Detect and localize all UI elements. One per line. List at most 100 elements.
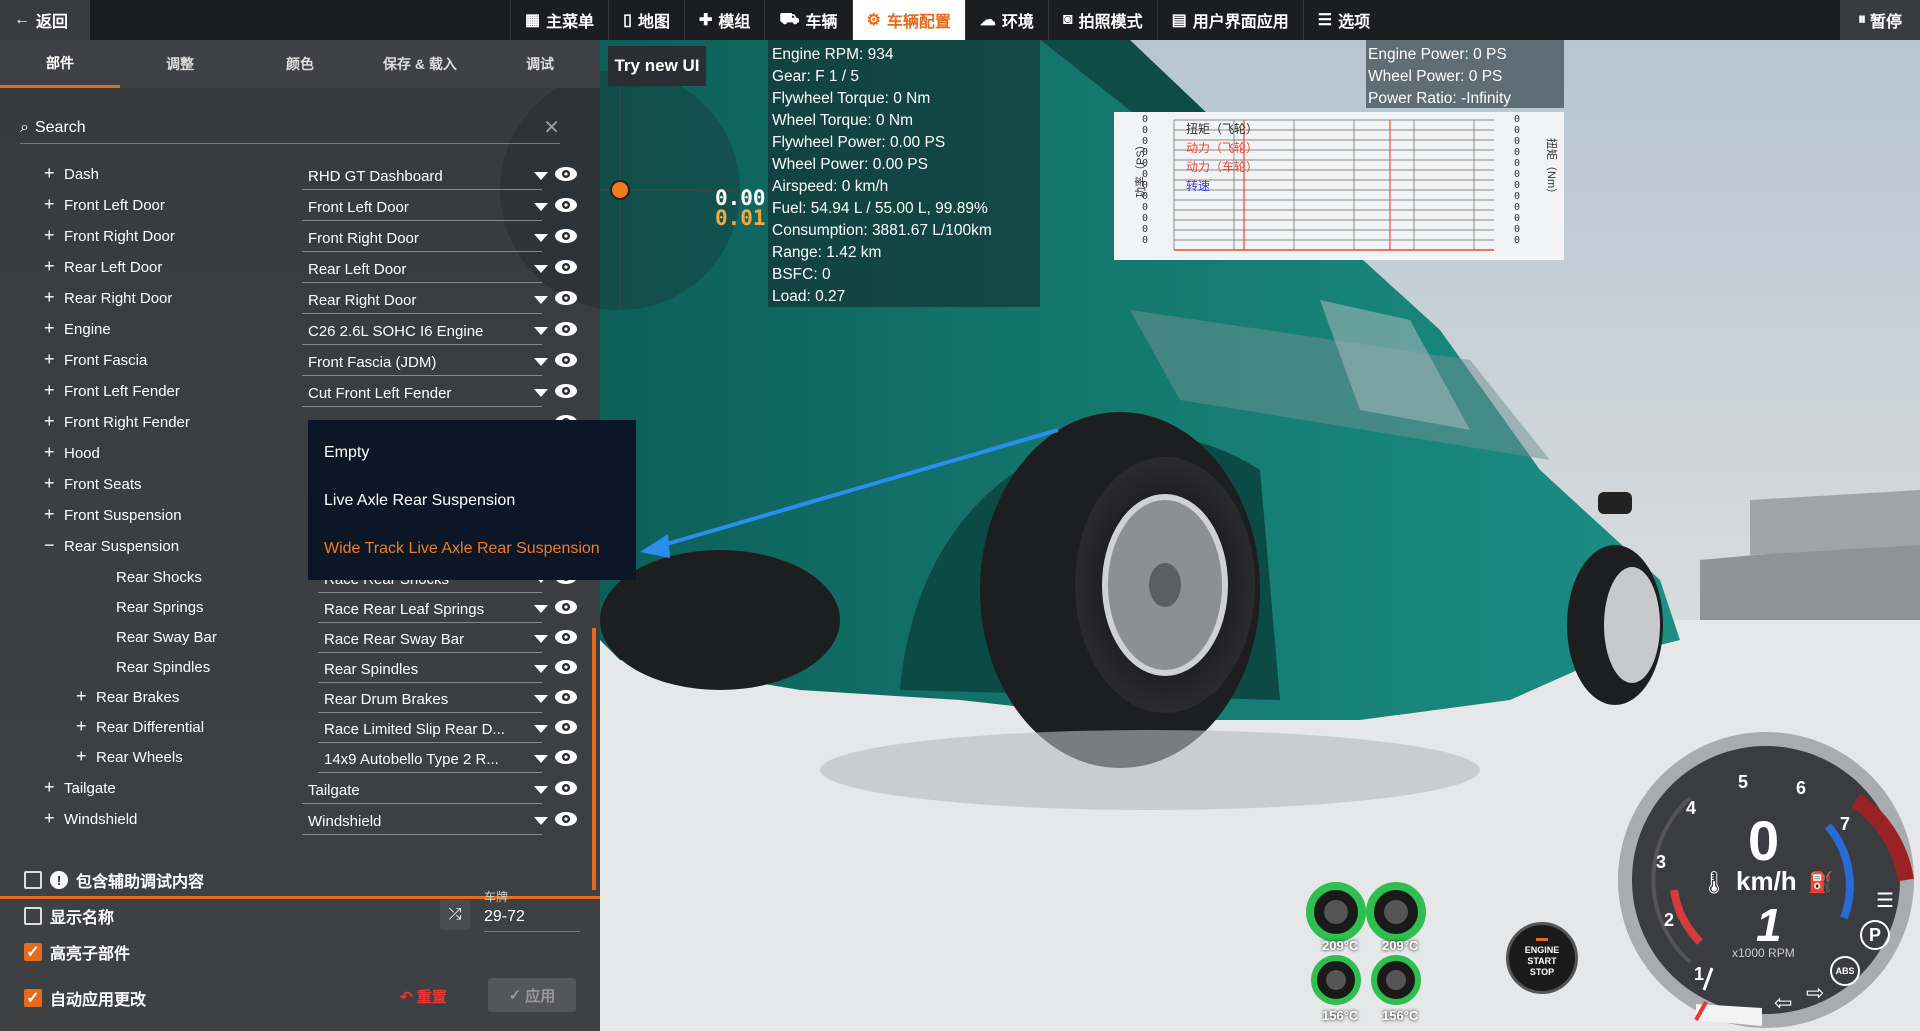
menu-vehicle-config[interactable]: ⚙ 车辆配置 xyxy=(851,0,965,40)
part-row[interactable]: + Front Right Door Front Right Door xyxy=(0,222,600,252)
chevron-down-icon[interactable] xyxy=(532,599,550,617)
option-show-names[interactable]: 显示名称 xyxy=(24,904,114,928)
eye-icon[interactable] xyxy=(554,779,578,797)
part-row[interactable]: + Front Left Fender Cut Front Left Fender xyxy=(0,377,600,407)
part-value[interactable]: Front Fascia (JDM) xyxy=(308,354,520,371)
pause-button[interactable]: ⏸ 暂停 xyxy=(1840,0,1920,40)
menu-vehicles[interactable]: ⛟ 车辆 xyxy=(764,0,851,40)
chevron-down-icon[interactable] xyxy=(532,197,550,215)
part-value[interactable]: RHD GT Dashboard xyxy=(308,168,520,185)
eye-icon[interactable] xyxy=(554,628,578,646)
expand-toggle-icon[interactable]: + xyxy=(44,194,55,215)
expand-toggle-icon[interactable]: + xyxy=(44,442,55,463)
eye-icon[interactable] xyxy=(554,658,578,676)
option-highlight[interactable]: ✓ 高亮子部件 xyxy=(24,940,130,964)
part-value[interactable]: Race Rear Leaf Springs xyxy=(324,601,520,618)
part-row[interactable]: + Tailgate Tailgate xyxy=(0,774,600,804)
chevron-down-icon[interactable] xyxy=(532,719,550,737)
eye-icon[interactable] xyxy=(554,810,578,828)
part-row[interactable]: + Rear Brakes Rear Drum Brakes xyxy=(0,683,600,713)
eye-icon[interactable] xyxy=(554,320,578,338)
dropdown-option-live-axle[interactable]: Live Axle Rear Suspension xyxy=(324,492,515,510)
tab-save-load[interactable]: 保存 & 载入 xyxy=(360,40,480,88)
part-row[interactable]: + Front Fascia Front Fascia (JDM) xyxy=(0,346,600,376)
eye-icon[interactable] xyxy=(554,196,578,214)
chevron-down-icon[interactable] xyxy=(532,383,550,401)
eye-icon[interactable] xyxy=(554,718,578,736)
expand-toggle-icon[interactable]: − xyxy=(44,535,55,556)
part-value[interactable]: Front Left Door xyxy=(308,199,520,216)
part-row[interactable]: + Rear Wheels 14x9 Autobello Type 2 R... xyxy=(0,743,600,773)
part-value[interactable]: Cut Front Left Fender xyxy=(308,385,520,402)
menu-map[interactable]: ▯ 地图 xyxy=(608,0,684,40)
eye-icon[interactable] xyxy=(554,289,578,307)
part-value[interactable]: Tailgate xyxy=(308,782,520,799)
expand-toggle-icon[interactable]: + xyxy=(44,163,55,184)
menu-ui-apps[interactable]: ▤ 用户界面应用 xyxy=(1156,0,1303,40)
part-value[interactable]: Rear Left Door xyxy=(308,261,520,278)
eye-icon[interactable] xyxy=(554,598,578,616)
expand-toggle-icon[interactable]: + xyxy=(44,473,55,494)
checkbox-highlight[interactable]: ✓ xyxy=(24,943,42,961)
checkbox-show-names[interactable] xyxy=(24,907,42,925)
chevron-down-icon[interactable] xyxy=(532,228,550,246)
part-value[interactable]: Rear Right Door xyxy=(308,292,520,309)
part-row[interactable]: Rear Springs Race Rear Leaf Springs xyxy=(0,593,600,623)
chevron-down-icon[interactable] xyxy=(532,780,550,798)
option-include-aux[interactable]: ! 包含辅助调试内容 xyxy=(24,868,204,892)
part-value[interactable]: Rear Drum Brakes xyxy=(324,691,520,708)
chevron-down-icon[interactable] xyxy=(532,352,550,370)
expand-toggle-icon[interactable]: + xyxy=(44,808,55,829)
expand-toggle-icon[interactable]: + xyxy=(44,287,55,308)
engine-start-stop-button[interactable]: ENGINE START STOP xyxy=(1506,922,1578,994)
expand-toggle-icon[interactable]: + xyxy=(76,746,87,767)
part-value[interactable]: Windshield xyxy=(308,813,520,830)
menu-mods[interactable]: ✚ 模组 xyxy=(683,0,764,40)
chevron-down-icon[interactable] xyxy=(532,811,550,829)
part-row[interactable]: Rear Sway Bar Race Rear Sway Bar xyxy=(0,623,600,653)
part-row[interactable]: + Windshield Windshield xyxy=(0,805,600,835)
chevron-down-icon[interactable] xyxy=(532,166,550,184)
part-value[interactable]: Race Limited Slip Rear D... xyxy=(324,721,520,738)
part-row[interactable]: + Dash RHD GT Dashboard xyxy=(0,160,600,190)
eye-icon[interactable] xyxy=(554,748,578,766)
chevron-down-icon[interactable] xyxy=(532,689,550,707)
tab-parts[interactable]: 部件 xyxy=(0,40,120,88)
eye-icon[interactable] xyxy=(554,382,578,400)
shuffle-plate-button[interactable]: ⤮ xyxy=(440,900,470,930)
part-value[interactable]: Front Right Door xyxy=(308,230,520,247)
back-button[interactable]: ← 返回 xyxy=(0,0,90,40)
part-row[interactable]: + Rear Left Door Rear Left Door xyxy=(0,253,600,283)
part-row[interactable]: + Front Left Door Front Left Door xyxy=(0,191,600,221)
game-viewport[interactable]: ← 返回 ▦ 主菜单 ▯ 地图 ✚ 模组 ⛟ 车辆 ⚙ 车辆配置 ☁ 环境 ◙ 拍照模式 ▤ 用… xyxy=(0,0,1920,1031)
chevron-down-icon[interactable] xyxy=(532,629,550,647)
part-value[interactable]: Rear Spindles xyxy=(324,661,520,678)
clear-search-icon[interactable]: ✕ xyxy=(543,115,560,140)
option-auto-apply[interactable]: ✓ 自动应用更改 xyxy=(24,986,146,1010)
dropdown-option-wide-track[interactable]: Wide Track Live Axle Rear Suspension xyxy=(324,540,600,558)
dropdown-option-empty[interactable]: Empty xyxy=(324,444,369,462)
eye-icon[interactable] xyxy=(554,227,578,245)
eye-icon[interactable] xyxy=(554,258,578,276)
parts-search[interactable]: ⌕ Search ✕ xyxy=(20,112,560,144)
expand-toggle-icon[interactable]: + xyxy=(44,380,55,401)
eye-icon[interactable] xyxy=(554,165,578,183)
expand-toggle-icon[interactable]: + xyxy=(44,349,55,370)
scroll-indicator[interactable] xyxy=(592,628,596,890)
apply-button[interactable]: ✓ 应用 xyxy=(488,978,576,1012)
expand-toggle-icon[interactable]: + xyxy=(44,411,55,432)
menu-options[interactable]: ☰ 选项 xyxy=(1302,0,1384,40)
part-value[interactable]: C26 2.6L SOHC I6 Engine xyxy=(308,323,520,340)
license-plate-input[interactable]: 29-72 xyxy=(484,908,580,932)
expand-toggle-icon[interactable]: + xyxy=(44,504,55,525)
menu-main[interactable]: ▦ 主菜单 xyxy=(510,0,608,40)
part-row[interactable]: + Rear Right Door Rear Right Door xyxy=(0,284,600,314)
chevron-down-icon[interactable] xyxy=(532,259,550,277)
chevron-down-icon[interactable] xyxy=(532,290,550,308)
tab-tuning[interactable]: 调整 xyxy=(120,40,240,88)
menu-photo-mode[interactable]: ◙ 拍照模式 xyxy=(1047,0,1157,40)
chevron-down-icon[interactable] xyxy=(532,659,550,677)
menu-environment[interactable]: ☁ 环境 xyxy=(964,0,1048,40)
expand-toggle-icon[interactable]: + xyxy=(44,318,55,339)
expand-toggle-icon[interactable]: + xyxy=(44,777,55,798)
